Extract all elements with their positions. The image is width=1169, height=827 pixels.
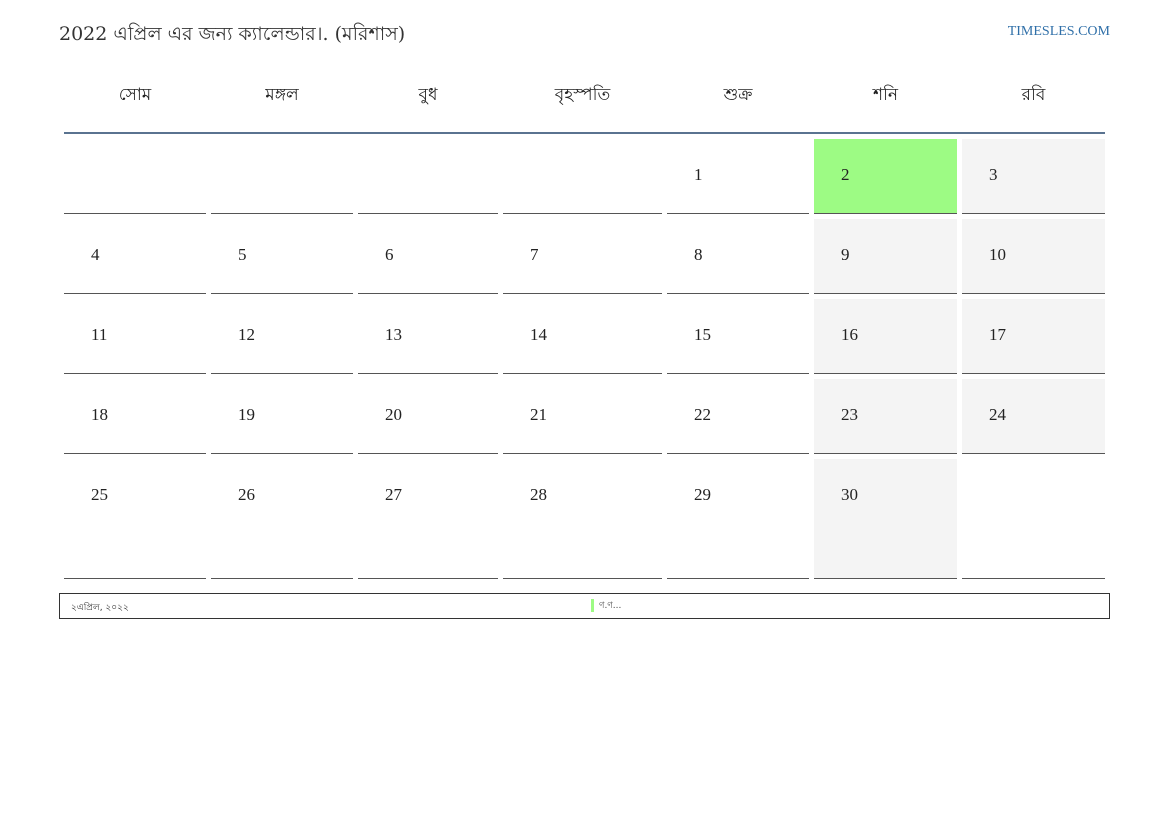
week-row-2: 4 5 6 7 8 9 10 (64, 219, 1105, 294)
day-number: 14 (530, 325, 547, 344)
day-cell: 4 (64, 219, 206, 294)
day-cell: 28 (503, 459, 662, 579)
day-cell-holiday: 2 (814, 139, 957, 214)
day-cell-weekend: 17 (962, 299, 1105, 374)
day-cell: 11 (64, 299, 206, 374)
weekday-wed: বুধ (418, 85, 438, 105)
day-cell: 13 (358, 299, 498, 374)
day-number: 9 (841, 245, 850, 264)
day-number: 11 (91, 325, 108, 344)
day-cell: 20 (358, 379, 498, 454)
day-cell-weekend: 23 (814, 379, 957, 454)
day-number: 15 (694, 325, 711, 344)
week-row-1: 1 2 3 (64, 139, 1105, 214)
day-cell-weekend: 3 (962, 139, 1105, 214)
day-cell: 25 (64, 459, 206, 579)
day-cell: 7 (503, 219, 662, 294)
day-number: 17 (989, 325, 1006, 344)
day-cell: 15 (667, 299, 809, 374)
weekday-sat: শনি (872, 85, 899, 105)
page-title: 2022 এপ্রিল এর জন্য ক্যালেন্ডার।. (মরিশা… (59, 23, 406, 45)
day-cell: 14 (503, 299, 662, 374)
day-cell (358, 139, 498, 214)
day-cell: 21 (503, 379, 662, 454)
day-number: 25 (91, 485, 108, 504)
day-number: 18 (91, 405, 108, 424)
day-number: 28 (530, 485, 547, 504)
weekday-tue: মঙ্গল (265, 85, 299, 105)
day-cell-weekend: 30 (814, 459, 957, 579)
day-number: 30 (841, 485, 858, 504)
day-cell: 19 (211, 379, 353, 454)
week-row-5: 25 26 27 28 29 30 (64, 459, 1105, 579)
day-cell-weekend: 10 (962, 219, 1105, 294)
day-cell: 29 (667, 459, 809, 579)
calendar-grid: সোম মঙ্গল বুধ বৃহস্পতি শুক্র শনি রবি 1 2… (64, 60, 1105, 579)
day-cell: 6 (358, 219, 498, 294)
weekday-mon: সোম (118, 85, 152, 105)
day-number: 1 (694, 165, 703, 184)
day-number: 5 (238, 245, 247, 264)
site-link[interactable]: TIMESLES.COM (1008, 24, 1110, 40)
day-number: 3 (989, 165, 998, 184)
day-number: 13 (385, 325, 402, 344)
weekday-sun: রবি (1021, 85, 1046, 105)
day-number: 19 (238, 405, 255, 424)
day-number: 7 (530, 245, 539, 264)
weekday-header-row: সোম মঙ্গল বুধ বৃহস্পতি শুক্র শনি রবি (64, 60, 1105, 134)
day-cell: 26 (211, 459, 353, 579)
day-number: 16 (841, 325, 858, 344)
holiday-legend: ২এপ্রিল, ২০২২ ণ.ণ... (59, 593, 1110, 619)
day-cell (64, 139, 206, 214)
day-cell (503, 139, 662, 214)
day-number: 29 (694, 485, 711, 504)
day-number: 4 (91, 245, 100, 264)
day-number: 23 (841, 405, 858, 424)
day-cell: 8 (667, 219, 809, 294)
day-cell: 22 (667, 379, 809, 454)
day-number: 26 (238, 485, 255, 504)
weekday-fri: শুক্র (723, 85, 753, 105)
day-cell (211, 139, 353, 214)
holiday-color-marker (591, 599, 594, 612)
day-number: 10 (989, 245, 1006, 264)
week-row-3: 11 12 13 14 15 16 17 (64, 299, 1105, 374)
day-cell: 18 (64, 379, 206, 454)
day-number: 27 (385, 485, 402, 504)
day-number: 20 (385, 405, 402, 424)
day-cell: 5 (211, 219, 353, 294)
day-cell: 1 (667, 139, 809, 214)
day-number: 12 (238, 325, 255, 344)
day-cell: 12 (211, 299, 353, 374)
day-number: 8 (694, 245, 703, 264)
day-cell-weekend: 24 (962, 379, 1105, 454)
day-number: 21 (530, 405, 547, 424)
day-cell: 27 (358, 459, 498, 579)
day-cell-weekend: 16 (814, 299, 957, 374)
week-row-4: 18 19 20 21 22 23 24 (64, 379, 1105, 454)
day-number: 24 (989, 405, 1006, 424)
weekday-thu: বৃহস্পতি (554, 85, 611, 105)
day-cell (962, 459, 1105, 579)
day-number: 6 (385, 245, 394, 264)
day-cell-weekend: 9 (814, 219, 957, 294)
legend-holiday-name: ণ.ণ... (599, 601, 622, 611)
legend-date: ২এপ্রিল, ২০২২ (71, 603, 129, 613)
day-number: 2 (841, 165, 850, 184)
day-number: 22 (694, 405, 711, 424)
